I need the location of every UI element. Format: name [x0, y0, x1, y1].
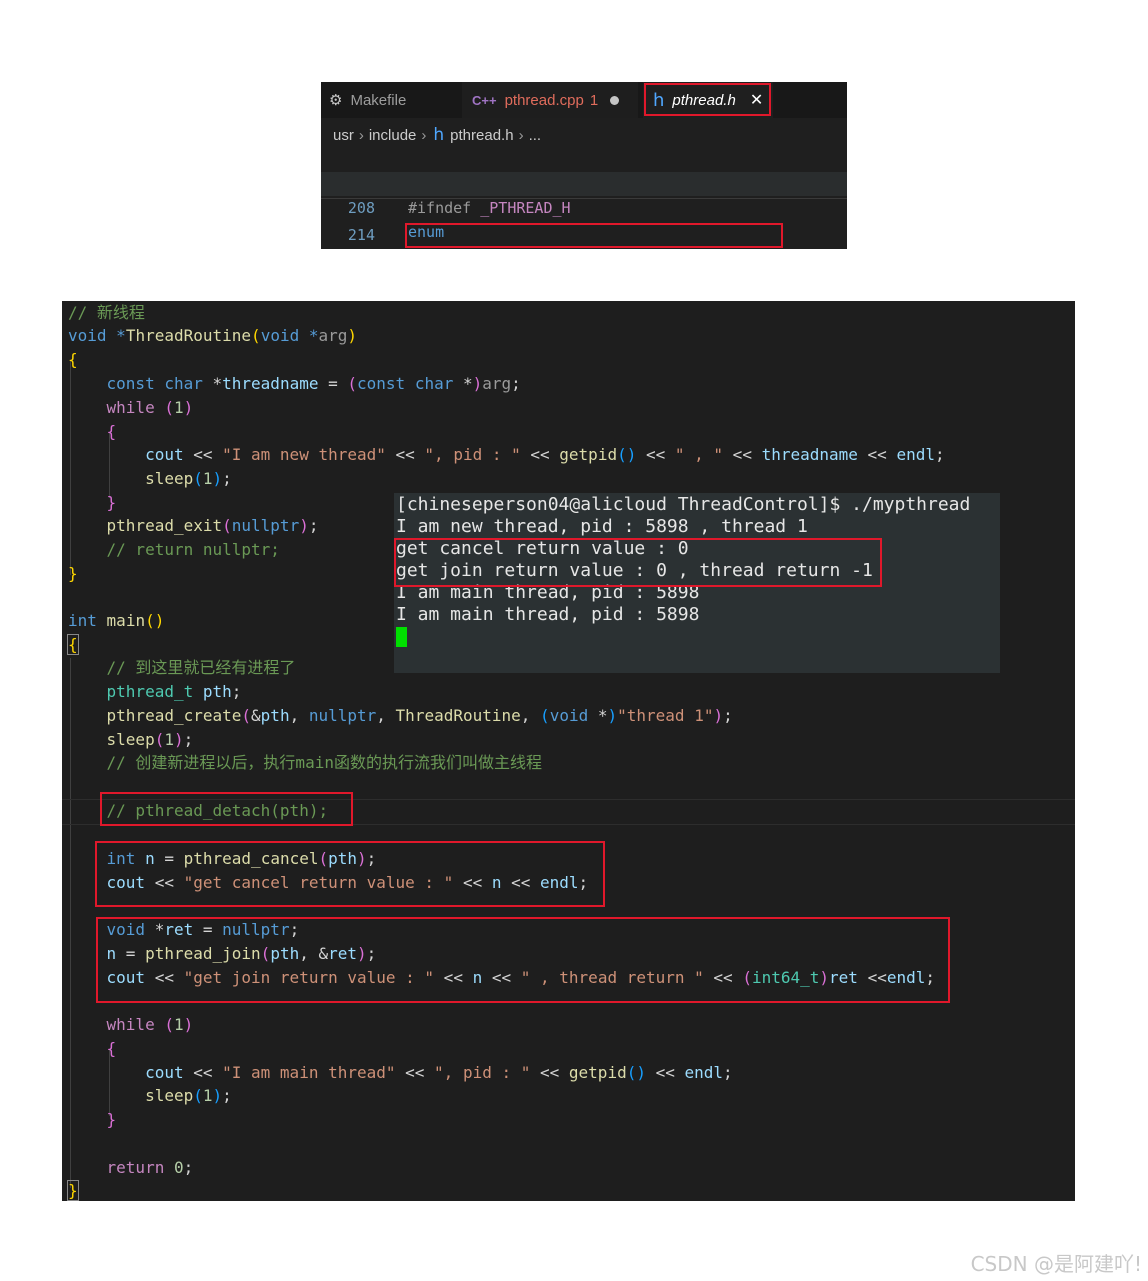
code-line: // return nullptr;	[106, 540, 280, 559]
terminal-output: [chineseperson04@alicloud ThreadControl]…	[394, 493, 1000, 673]
code-line: int main()	[68, 611, 165, 630]
code-line: }	[68, 564, 78, 583]
h-file-icon: h	[433, 125, 445, 145]
code-line: 214 };	[321, 198, 847, 244]
highlight-box	[394, 538, 882, 587]
breadcrumb-item[interactable]: usr	[333, 127, 354, 144]
code-line: pthread_create(&pth, nullptr, ThreadRout…	[106, 706, 733, 725]
code-editor: // 新线程 void *ThreadRoutine(void *arg) { …	[62, 301, 1075, 1201]
terminal-cursor	[396, 627, 407, 647]
code-line: pthread_t pth;	[106, 682, 242, 701]
code-line: while (1)	[106, 398, 194, 417]
code-line: // 新线程	[68, 303, 145, 322]
code-line: }	[106, 493, 117, 512]
cpp-icon: C++	[472, 92, 497, 108]
tab-label: pthread.cpp	[504, 91, 584, 109]
tab-label: Makefile	[350, 91, 407, 109]
code-line: }	[106, 1110, 117, 1129]
code-line: cout << "I am main thread" << ", pid : "…	[145, 1063, 733, 1082]
code-line: sleep(1);	[145, 1086, 232, 1105]
unsaved-dot-icon	[610, 95, 620, 105]
code-line: {	[106, 422, 117, 441]
highlight-box	[644, 83, 771, 116]
terminal-line: I am new thread, pid : 5898 , thread 1	[396, 516, 808, 537]
chevron-right-icon: ›	[518, 126, 524, 144]
breadcrumb-item[interactable]: include	[369, 127, 417, 144]
code-line: 208 enum	[321, 172, 847, 241]
breadcrumb-item[interactable]: pthread.h	[450, 127, 513, 144]
breadcrumb-item[interactable]: ...	[529, 127, 542, 144]
highlight-box	[95, 841, 605, 907]
code-line: {	[67, 634, 79, 655]
code-line: 18 #ifndef _PTHREAD_H	[321, 148, 847, 217]
code-line: {	[68, 350, 78, 369]
terminal-line: I am main thread, pid : 5898	[396, 604, 700, 625]
line-number: 215	[339, 246, 375, 249]
code-line: }	[67, 1180, 79, 1201]
code-line: // 创建新进程以后，执行main函数的执行流我们叫做主线程	[106, 753, 542, 772]
problem-count-badge: 1	[589, 91, 599, 109]
tab-pthread-cpp[interactable]: C++ pthread.cpp 1	[462, 82, 638, 118]
watermark: CSDN @是阿建吖!	[970, 1252, 1142, 1276]
code-line: // 到这里就已经有进程了	[106, 658, 296, 677]
chevron-right-icon: ›	[421, 126, 427, 144]
highlight-box	[405, 223, 783, 248]
code-line: sleep(1);	[145, 469, 232, 488]
highlight-box	[100, 792, 353, 826]
tab-makefile[interactable]: ⚙ Makefile	[321, 82, 461, 118]
breadcrumb: usr › include › h pthread.h › ...	[333, 124, 541, 146]
terminal-line: [chineseperson04@alicloud ThreadControl]…	[396, 494, 971, 515]
code-line: const char *threadname = (const char *)a…	[106, 374, 521, 393]
code-line: pthread_exit(nullptr);	[106, 516, 319, 535]
tab-bar: ⚙ Makefile C++ pthread.cpp 1 h pthread.h…	[321, 82, 847, 118]
code-line: return 0;	[106, 1158, 194, 1177]
header-editor: ⚙ Makefile C++ pthread.cpp 1 h pthread.h…	[321, 82, 847, 249]
chevron-right-icon: ›	[358, 126, 364, 144]
code-line: cout << "I am new thread" << ", pid : " …	[145, 445, 945, 464]
code-line: {	[106, 1039, 117, 1058]
code-line: void *ThreadRoutine(void *arg)	[68, 326, 358, 345]
highlight-box	[96, 917, 950, 1003]
makefile-icon: ⚙	[329, 92, 343, 109]
code-line: while (1)	[106, 1015, 194, 1034]
code-line: sleep(1);	[106, 730, 194, 749]
